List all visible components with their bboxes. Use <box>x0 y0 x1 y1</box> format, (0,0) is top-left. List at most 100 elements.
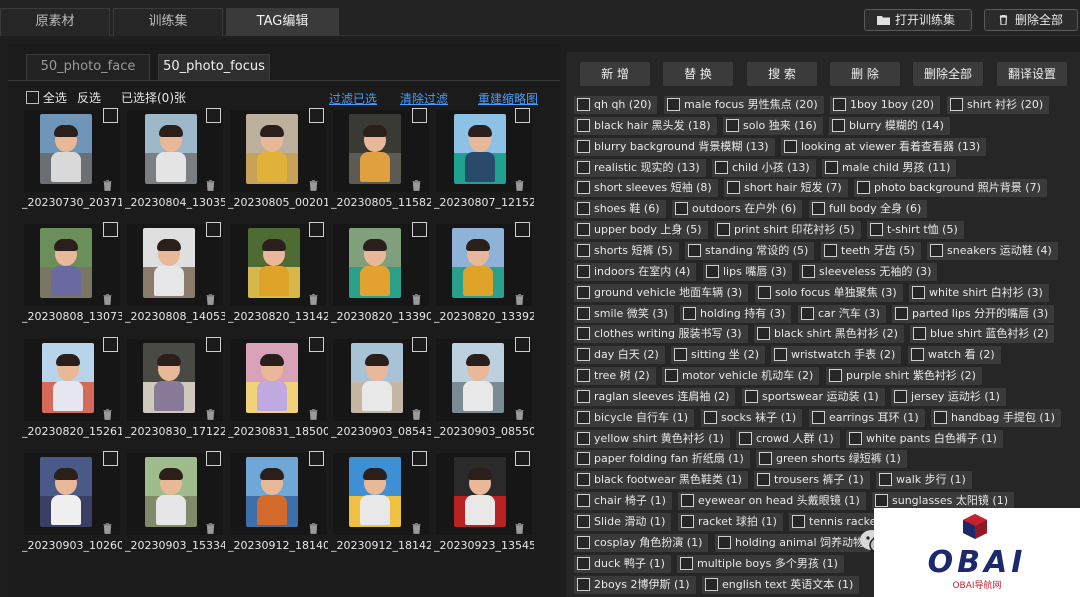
image-card[interactable]: _20230923_13545 <box>434 451 534 555</box>
tag-checkbox[interactable] <box>727 181 740 195</box>
tag-checkbox[interactable] <box>577 348 590 362</box>
tag-item[interactable]: car 汽车 (3) <box>798 304 886 323</box>
image-checkbox[interactable] <box>206 222 221 237</box>
tag-checkbox[interactable] <box>849 431 862 445</box>
trash-icon[interactable] <box>515 523 524 534</box>
tag-checkbox[interactable] <box>715 160 728 174</box>
tag-checkbox[interactable] <box>577 431 590 445</box>
tag-checkbox[interactable] <box>665 369 678 383</box>
image-card[interactable]: _20230820_13142 <box>228 222 328 326</box>
rebuild-thumbnails-link[interactable]: 重建缩略图 <box>478 90 538 107</box>
image-card[interactable]: _20230912_18142 <box>331 451 431 555</box>
tag-item[interactable]: child 小孩 (13) <box>712 158 816 177</box>
trash-icon[interactable] <box>412 409 421 420</box>
tag-checkbox[interactable] <box>757 327 770 341</box>
tag-checkbox[interactable] <box>832 118 845 132</box>
open-training-set-button[interactable]: 打开训练集 <box>864 9 972 31</box>
tag-item[interactable]: blurry background 背景模糊 (13) <box>574 137 775 156</box>
tag-item[interactable]: racket 球拍 (1) <box>678 513 783 531</box>
translate-settings-button[interactable]: 翻译设置 <box>997 62 1067 86</box>
tag-item[interactable]: full body 全身 (6) <box>809 200 928 219</box>
tag-checkbox[interactable] <box>577 139 590 153</box>
image-checkbox[interactable] <box>515 108 530 123</box>
tag-checkbox[interactable] <box>675 202 688 216</box>
tag-checkbox[interactable] <box>667 98 680 111</box>
image-checkbox[interactable] <box>412 451 427 466</box>
tab-training-set[interactable]: 训练集 <box>113 8 223 36</box>
trash-icon[interactable] <box>515 409 524 420</box>
trash-icon[interactable] <box>309 180 318 191</box>
image-card[interactable]: _20230805_11582 <box>331 108 431 212</box>
tag-item[interactable]: trousers 裤子 (1) <box>754 471 870 490</box>
tag-checkbox[interactable] <box>950 98 963 111</box>
image-checkbox[interactable] <box>309 337 324 352</box>
image-checkbox[interactable] <box>412 337 427 352</box>
tag-checkbox[interactable] <box>577 160 590 174</box>
tag-item[interactable]: male child 男孩 (11) <box>822 158 957 177</box>
trash-icon[interactable] <box>103 409 112 420</box>
delete-all-top-button[interactable]: 删除全部 <box>984 9 1078 31</box>
tag-checkbox[interactable] <box>812 410 825 424</box>
image-checkbox[interactable] <box>309 222 324 237</box>
tag-checkbox[interactable] <box>774 348 787 362</box>
subtab-photo-face[interactable]: 50_photo_face <box>26 54 150 80</box>
add-tag-button[interactable]: 新 增 <box>580 62 650 86</box>
tag-checkbox[interactable] <box>824 243 837 257</box>
tag-checkbox[interactable] <box>704 410 717 424</box>
image-checkbox[interactable] <box>515 222 530 237</box>
image-card[interactable]: _20230903_08550 <box>434 337 534 441</box>
tag-item[interactable]: blurry 模糊的 (14) <box>829 116 950 135</box>
tag-checkbox[interactable] <box>875 494 888 508</box>
image-card[interactable]: _20230805_00201 <box>228 108 328 212</box>
tag-item[interactable]: upper body 上身 (5) <box>574 221 708 240</box>
image-card[interactable]: _20230830_17122 <box>125 337 225 441</box>
tag-item[interactable]: white shirt 白衬衫 (3) <box>909 283 1049 302</box>
tag-item[interactable]: english text 英语文本 (1) <box>702 575 860 594</box>
tag-item[interactable]: photo background 照片背景 (7) <box>854 179 1047 198</box>
tag-item[interactable]: smile 微笑 (3) <box>574 304 674 323</box>
tag-item[interactable]: 1boy 1boy (20) <box>830 96 941 114</box>
tag-item[interactable]: yellow shirt 黄色衬衫 (1) <box>574 429 730 448</box>
tab-tag-editor[interactable]: TAG编辑 <box>226 8 339 36</box>
tag-item[interactable]: ground vehicle 地面车辆 (3) <box>574 283 749 302</box>
tag-item[interactable]: earrings 耳环 (1) <box>809 408 925 427</box>
delete-tag-button[interactable]: 删 除 <box>830 62 900 86</box>
trash-icon[interactable] <box>412 180 421 191</box>
image-checkbox[interactable] <box>103 222 118 237</box>
image-checkbox[interactable] <box>515 451 530 466</box>
image-checkbox[interactable] <box>412 222 427 237</box>
image-card[interactable]: _20230730_20371 <box>22 108 122 212</box>
tag-item[interactable]: day 白天 (2) <box>574 346 665 365</box>
tag-item[interactable]: shoes 鞋 (6) <box>574 200 666 219</box>
tag-item[interactable]: purple shirt 紫色衬衫 (2) <box>826 367 982 386</box>
tag-item[interactable]: jersey 运动衫 (1) <box>891 387 1006 406</box>
tag-item[interactable]: indoors 在室内 (4) <box>574 262 697 281</box>
tag-checkbox[interactable] <box>577 306 590 320</box>
image-card[interactable]: _20230808_14053 <box>125 222 225 326</box>
tag-item[interactable]: eyewear on head 头戴眼镜 (1) <box>678 492 866 511</box>
tag-checkbox[interactable] <box>680 556 693 570</box>
tag-item[interactable]: black shirt 黑色衬衫 (2) <box>754 325 904 344</box>
tag-checkbox[interactable] <box>759 452 772 466</box>
image-card[interactable]: _20230903_10260 <box>22 451 122 555</box>
trash-icon[interactable] <box>103 523 112 534</box>
tag-checkbox[interactable] <box>681 494 694 508</box>
tag-item[interactable]: sportswear 运动装 (1) <box>742 387 885 406</box>
tag-item[interactable]: cosplay 角色扮演 (1) <box>574 533 709 552</box>
trash-icon[interactable] <box>103 180 112 191</box>
tag-item[interactable]: socks 袜子 (1) <box>701 408 803 427</box>
tag-item[interactable]: sneakers 运动鞋 (4) <box>927 241 1058 260</box>
tag-checkbox[interactable] <box>577 98 590 111</box>
tag-checkbox[interactable] <box>739 431 752 445</box>
tag-item[interactable]: holding animal 饲养动物 <box>715 533 871 552</box>
tag-item[interactable]: wristwatch 手表 (2) <box>771 346 902 365</box>
image-checkbox[interactable] <box>103 337 118 352</box>
tag-checkbox[interactable] <box>934 410 947 424</box>
tag-item[interactable]: 2boys 2博伊斯 (1) <box>574 575 696 594</box>
trash-icon[interactable] <box>206 180 215 191</box>
tag-checkbox[interactable] <box>870 223 883 237</box>
trash-icon[interactable] <box>309 523 318 534</box>
tag-item[interactable]: holding 持有 (3) <box>680 304 792 323</box>
tag-checkbox[interactable] <box>757 473 770 487</box>
trash-icon[interactable] <box>412 294 421 305</box>
